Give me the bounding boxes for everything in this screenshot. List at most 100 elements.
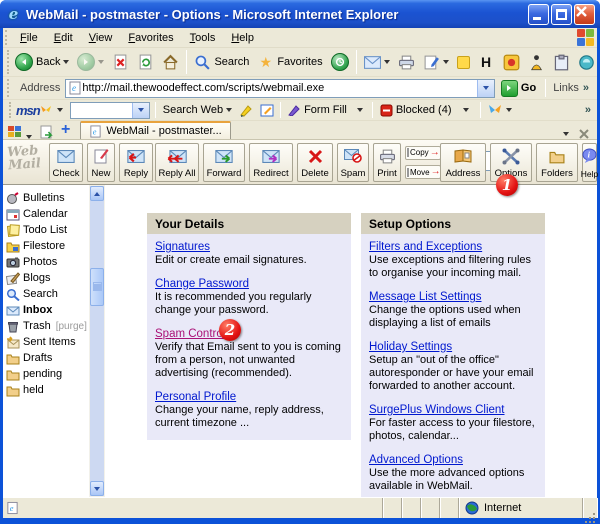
sidebar-item-calendar[interactable]: Calendar (3, 206, 89, 222)
messenger-button[interactable] (499, 52, 524, 73)
personal-profile-link[interactable]: Personal Profile (155, 391, 236, 403)
help-button-wm[interactable]: i Help (582, 143, 597, 182)
address-input[interactable] (82, 81, 477, 96)
mail-button[interactable] (360, 52, 394, 73)
back-dropdown-icon[interactable] (63, 60, 69, 64)
go-button[interactable]: Go (495, 78, 542, 99)
sidebar-item-photos[interactable]: Photos (3, 254, 89, 270)
blocked-dropdown-icon[interactable] (463, 108, 469, 112)
minimize-button[interactable] (528, 4, 549, 25)
ie-logo-icon: e (5, 6, 22, 23)
form-fill-button[interactable]: Form Fill (284, 103, 351, 117)
copy-button[interactable]: Copy → (405, 146, 441, 160)
menu-tools[interactable]: Tools (182, 30, 224, 46)
change-password-link[interactable]: Change Password (155, 278, 249, 290)
menu-edit[interactable]: Edit (46, 30, 81, 46)
delete-x-icon (308, 149, 323, 164)
new-button[interactable]: New (87, 143, 115, 182)
history-button[interactable] (327, 51, 353, 73)
aim-button[interactable] (524, 52, 549, 73)
spam-button[interactable]: Spam (337, 143, 369, 182)
back-button[interactable]: Back (11, 51, 73, 73)
sidebar-item-pending[interactable]: pending (3, 366, 89, 382)
forward-button-wm[interactable]: Forward (203, 143, 245, 182)
stop-button[interactable] (108, 52, 133, 73)
delete-button[interactable]: Delete (297, 143, 333, 182)
sidebar-scrollbar[interactable] (89, 185, 105, 497)
msn-overflow-chevron[interactable]: » (585, 104, 591, 116)
tab-overflow-dropdown-icon[interactable] (563, 132, 569, 136)
refresh-button[interactable] (133, 52, 158, 73)
search-web-dropdown-icon[interactable] (226, 108, 232, 112)
menu-view[interactable]: View (81, 30, 121, 46)
msn-dropdown-icon[interactable] (57, 108, 63, 112)
form-fill-dropdown-icon[interactable] (357, 108, 363, 112)
sidebar-item-todo-list[interactable]: Todo List (3, 222, 89, 238)
h-tool-button[interactable]: H (474, 52, 499, 73)
butterfly-dropdown-icon[interactable] (506, 108, 512, 112)
redirect-button[interactable]: Redirect (249, 143, 293, 182)
sidebar-item-inbox[interactable]: Inbox (3, 302, 89, 318)
scroll-down-button[interactable] (90, 481, 104, 496)
links-button[interactable]: Links » (549, 82, 595, 94)
resize-grip[interactable] (583, 498, 597, 518)
favorites-button[interactable]: ★ Favorites (253, 52, 326, 73)
edit-form-icon[interactable] (260, 104, 274, 117)
folders-button[interactable]: Folders (536, 143, 578, 182)
notes-button[interactable] (453, 54, 474, 71)
move-button[interactable]: Move → (405, 165, 441, 179)
reply-button[interactable]: Reply (119, 143, 153, 182)
sidebar-item-drafts[interactable]: Drafts (3, 350, 89, 366)
trash-purge-link[interactable]: [purge] (56, 321, 87, 332)
filters-exceptions-link[interactable]: Filters and Exceptions (369, 241, 482, 253)
tab-close-icon[interactable] (579, 129, 589, 139)
address-book-button[interactable]: Address (440, 143, 486, 182)
message-list-settings-link[interactable]: Message List Settings (369, 291, 482, 303)
scroll-thumb[interactable] (90, 268, 104, 306)
msn-search-dropdown[interactable] (132, 103, 149, 118)
home-button[interactable] (158, 52, 183, 73)
sidebar-item-filestore[interactable]: Filestore (3, 238, 89, 254)
sidebar-item-blogs[interactable]: Blogs (3, 270, 89, 286)
mail-dropdown-icon[interactable] (384, 60, 390, 64)
blocked-button[interactable]: Blocked (4) (376, 103, 456, 118)
close-button[interactable] (574, 4, 595, 25)
setup-options-header: Setup Options (361, 213, 545, 234)
reply-all-button[interactable]: Reply All (155, 143, 199, 182)
address-dropdown-button[interactable] (477, 80, 494, 97)
open-page-icon[interactable] (39, 125, 54, 139)
quick-tabs-icon[interactable] (7, 125, 22, 139)
highlighter-icon[interactable] (239, 104, 254, 117)
clipboard-button[interactable] (549, 52, 574, 73)
edit-dropdown-icon[interactable] (443, 60, 449, 64)
sidebar-item-bulletins[interactable]: Bulletins (3, 190, 89, 206)
menu-favorites[interactable]: Favorites (120, 30, 181, 46)
messenger-butterfly-icon[interactable] (488, 104, 502, 116)
print-button-wm[interactable]: Print (373, 143, 401, 182)
holiday-settings-link[interactable]: Holiday Settings (369, 341, 452, 353)
maximize-button[interactable] (551, 4, 572, 25)
new-tab-button[interactable]: + (61, 121, 70, 139)
sidebar-item-search[interactable]: Search (3, 286, 89, 302)
signatures-link[interactable]: Signatures (155, 241, 210, 253)
menu-file[interactable]: File (12, 30, 46, 46)
print-button[interactable] (394, 52, 419, 73)
advanced-options-link[interactable]: Advanced Options (369, 454, 463, 466)
msn-search-input[interactable] (71, 103, 132, 118)
sidebar-item-held[interactable]: held (3, 382, 89, 398)
scroll-up-button[interactable] (90, 186, 104, 201)
check-button[interactable]: Check (49, 143, 83, 182)
search-button[interactable]: Search (190, 52, 253, 73)
menu-help[interactable]: Help (223, 30, 262, 46)
research-button[interactable] (574, 52, 599, 73)
spam-control-link[interactable]: Spam Control (155, 328, 225, 340)
tab-webmail[interactable]: e WebMail - postmaster... (80, 121, 230, 139)
sidebar-item-sent-items[interactable]: Sent Items (3, 334, 89, 350)
tab-list-dropdown-icon[interactable] (26, 135, 32, 139)
edit-button[interactable] (419, 52, 453, 73)
forward-dropdown-icon[interactable] (98, 60, 104, 64)
surgeplus-client-link[interactable]: SurgePlus Windows Client (369, 404, 505, 416)
forward-button[interactable] (73, 51, 108, 73)
search-web-button[interactable]: Search Web (159, 103, 236, 117)
sidebar-item-trash[interactable]: Trash [purge] (3, 318, 89, 334)
